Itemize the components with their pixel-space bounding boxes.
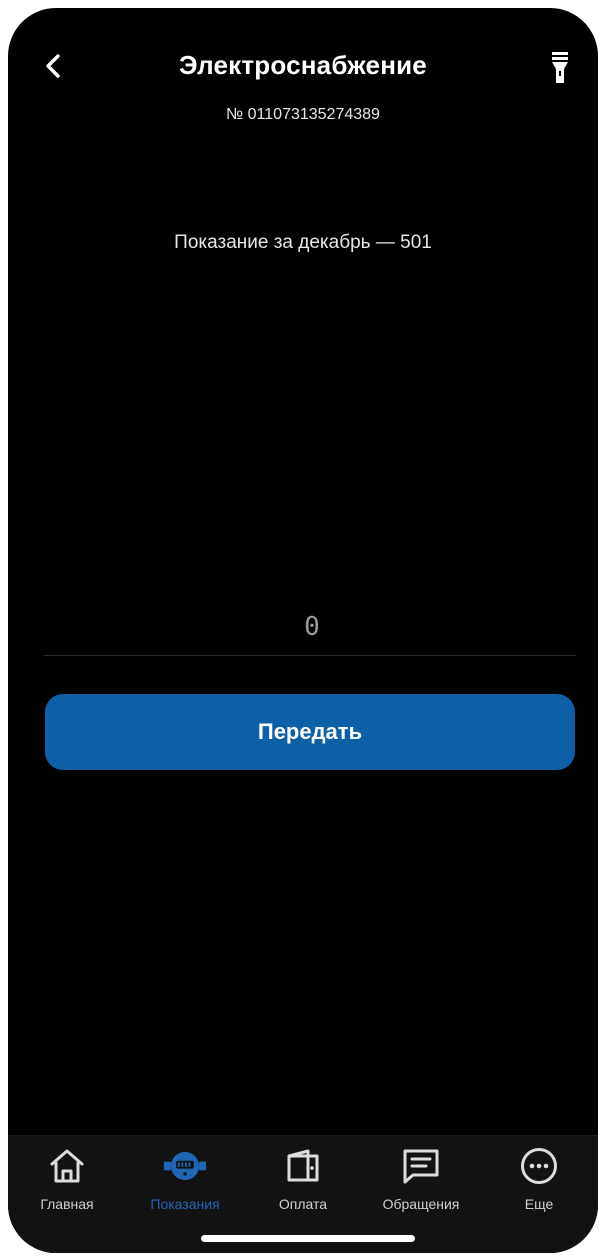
tab-label: Еще — [524, 1196, 554, 1212]
tab-label: Обращения — [382, 1196, 460, 1212]
tab-label: Показания — [150, 1196, 220, 1212]
message-icon — [399, 1146, 443, 1186]
tab-requests[interactable]: Обращения — [362, 1136, 480, 1226]
flashlight-button[interactable] — [546, 48, 574, 88]
meter-icon — [163, 1146, 207, 1186]
tab-home[interactable]: Главная — [8, 1136, 126, 1226]
tab-more[interactable]: Еще — [480, 1136, 598, 1226]
flashlight-icon — [552, 52, 568, 83]
app-screen: Электроснабжение № 011073135274389 Показ… — [8, 8, 598, 1253]
account-number: № 011073135274389 — [226, 106, 380, 123]
input-underline — [44, 655, 576, 656]
tab-label: Оплата — [278, 1196, 328, 1212]
home-icon — [45, 1146, 89, 1186]
tab-payment[interactable]: Оплата — [244, 1136, 362, 1226]
reading-input[interactable] — [44, 604, 580, 650]
home-indicator[interactable] — [201, 1235, 415, 1242]
reading-info: Показание за декабрь — 501 — [174, 232, 432, 253]
submit-button[interactable]: Передать — [45, 694, 575, 770]
header: Электроснабжение № 011073135274389 — [8, 8, 598, 138]
tab-label: Главная — [40, 1196, 94, 1212]
more-icon — [517, 1146, 561, 1186]
page-title: Электроснабжение — [179, 50, 427, 80]
wallet-icon — [281, 1146, 325, 1186]
tab-readings[interactable]: Показания — [126, 1136, 244, 1226]
